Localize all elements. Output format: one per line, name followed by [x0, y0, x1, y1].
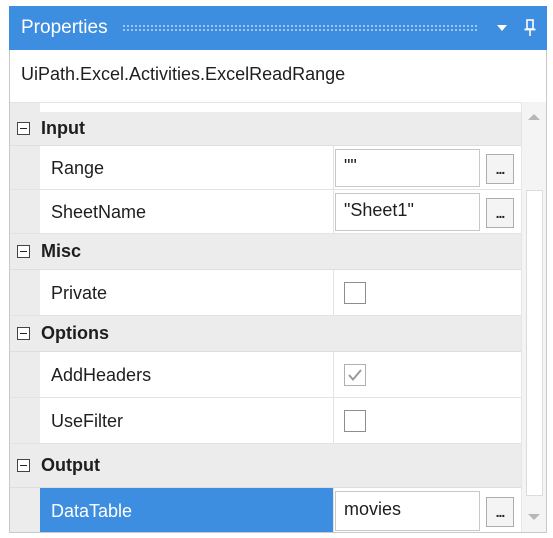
category-label: Misc [41, 241, 82, 261]
range-value: "" [344, 156, 357, 176]
property-name-cell[interactable]: SheetName [40, 190, 334, 233]
property-row-sheetname[interactable]: SheetName "Sheet1" ... [10, 190, 521, 234]
category-input[interactable]: Input [10, 112, 521, 146]
addheaders-checkbox[interactable] [344, 364, 366, 386]
usefilter-checkbox[interactable] [344, 410, 366, 432]
drag-grip[interactable] [121, 23, 479, 33]
range-value-input[interactable]: "" [335, 149, 480, 187]
property-name: AddHeaders [51, 365, 152, 385]
dropdown-arrow-icon[interactable] [491, 14, 513, 42]
collapse-icon[interactable] [17, 245, 30, 258]
property-name-cell[interactable]: DataTable [40, 488, 334, 533]
property-row-range[interactable]: Range "" ... [10, 146, 521, 190]
property-grid: Input Range "" ... SheetName "Sheet1" ..… [9, 102, 521, 533]
row-gutter [10, 488, 40, 533]
property-name: Range [51, 158, 105, 178]
row-gutter [10, 270, 40, 315]
category-label: Options [41, 323, 109, 343]
category-label: Input [41, 118, 85, 138]
collapse-icon[interactable] [17, 459, 30, 472]
property-row-private[interactable]: Private [10, 270, 521, 316]
activity-type-header: UiPath.Excel.Activities.ExcelReadRange [9, 50, 547, 102]
sheetname-value: "Sheet1" [344, 200, 414, 220]
category-output[interactable]: Output [10, 444, 521, 488]
row-gutter [10, 146, 40, 189]
private-checkbox[interactable] [344, 282, 366, 304]
activity-type-label: UiPath.Excel.Activities.ExcelReadRange [21, 64, 346, 84]
datatable-value: movies [344, 499, 402, 519]
panel-title: Properties [21, 17, 108, 38]
property-name: UseFilter [51, 411, 124, 431]
grid-top-gutter [10, 102, 40, 112]
scroll-down-arrow-icon[interactable] [528, 514, 540, 520]
property-row-datatable[interactable]: DataTable movies ... [10, 488, 521, 533]
property-name: Private [51, 283, 108, 303]
row-gutter [10, 398, 40, 443]
property-row-usefilter[interactable]: UseFilter [10, 398, 521, 444]
row-gutter [10, 352, 40, 397]
panel-bottom-border [9, 532, 547, 533]
property-name-cell[interactable]: AddHeaders [40, 352, 334, 397]
pin-icon[interactable] [519, 14, 541, 42]
vertical-scrollbar[interactable] [521, 102, 547, 533]
range-expression-button[interactable]: ... [486, 154, 514, 184]
category-misc[interactable]: Misc [10, 234, 521, 270]
category-options[interactable]: Options [10, 316, 521, 352]
row-gutter [10, 190, 40, 233]
sheetname-value-input[interactable]: "Sheet1" [335, 193, 480, 231]
collapse-icon[interactable] [17, 327, 30, 340]
checkmark-icon [348, 369, 362, 382]
datatable-expression-button[interactable]: ... [486, 497, 514, 527]
property-name-cell[interactable]: Range [40, 146, 334, 189]
property-name-cell[interactable]: UseFilter [40, 398, 334, 443]
properties-title-bar[interactable]: Properties [9, 6, 547, 50]
property-name-cell[interactable]: Private [40, 270, 334, 315]
collapse-icon[interactable] [17, 122, 30, 135]
datatable-value-input[interactable]: movies [335, 491, 480, 531]
property-name: SheetName [51, 202, 147, 222]
property-row-addheaders[interactable]: AddHeaders [10, 352, 521, 398]
grid-top-divider [10, 102, 521, 103]
scroll-thumb[interactable] [526, 190, 543, 496]
sheetname-expression-button[interactable]: ... [486, 198, 514, 228]
scroll-up-arrow-icon[interactable] [528, 114, 540, 120]
property-name: DataTable [51, 501, 133, 521]
category-label: Output [41, 455, 100, 475]
